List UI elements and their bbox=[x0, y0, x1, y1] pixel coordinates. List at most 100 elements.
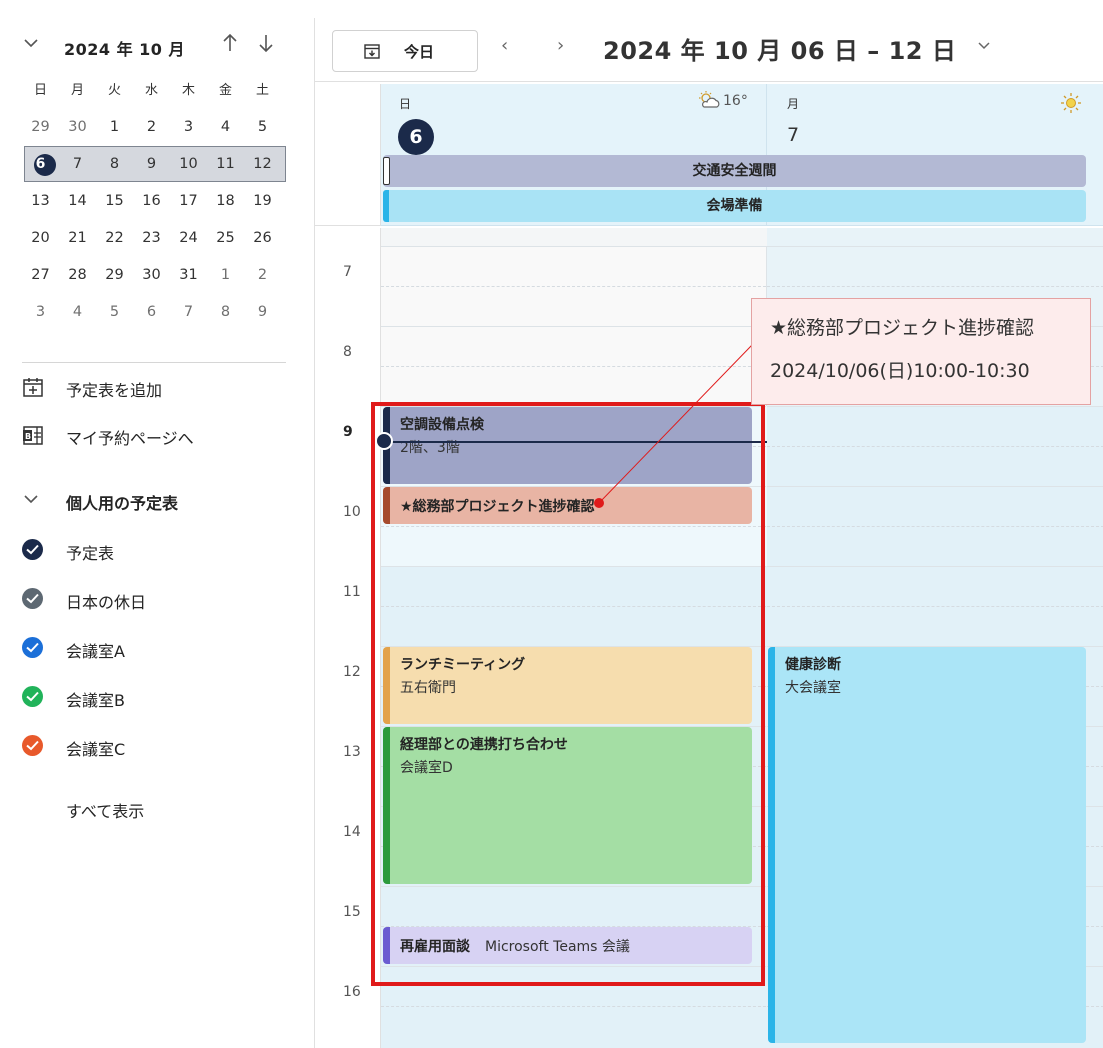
weekday-label: 土 bbox=[255, 83, 269, 98]
callout-event-title: ★総務部プロジェクト進捗確認 bbox=[770, 317, 1035, 339]
mini-calendar-day[interactable]: 12 bbox=[244, 146, 281, 183]
weekday-label: 水 bbox=[144, 83, 158, 98]
hour-label: 13 bbox=[343, 744, 361, 760]
mini-calendar-day[interactable]: 2 bbox=[244, 257, 281, 294]
mini-calendar-day[interactable]: 14 bbox=[59, 183, 96, 220]
mini-calendar-day[interactable]: 23 bbox=[133, 220, 170, 257]
mini-calendar-week-row: 13 14 15 16 17 18 19 bbox=[22, 183, 286, 220]
hour-label: 11 bbox=[343, 584, 361, 600]
mini-calendar-day[interactable]: 6 bbox=[22, 146, 59, 183]
event-callout-tooltip: ★総務部プロジェクト進捗確認 2024/10/06(日)10:00-10:30 bbox=[751, 298, 1091, 405]
calendar-toolbar: 今日 ‹ › 2024 年 10 月 06 日 – 12 日 bbox=[315, 18, 1103, 82]
chevron-down-icon[interactable] bbox=[976, 38, 992, 58]
day-date-today: 6 bbox=[398, 119, 434, 155]
calendar-item-label: 日本の休日 bbox=[66, 593, 147, 612]
mini-calendar-day[interactable]: 27 bbox=[22, 257, 59, 294]
early-hours-band bbox=[381, 228, 767, 246]
date-range-title[interactable]: 2024 年 10 月 06 日 – 12 日 bbox=[603, 31, 956, 66]
event-color-bar bbox=[383, 157, 390, 185]
all-day-event-title: 会場準備 bbox=[706, 198, 763, 214]
mini-calendar-day[interactable]: 25 bbox=[207, 220, 244, 257]
mini-calendar-day[interactable]: 24 bbox=[170, 220, 207, 257]
mini-calendar-day[interactable]: 8 bbox=[207, 294, 244, 331]
mini-calendar-day[interactable]: 6 bbox=[133, 294, 170, 331]
mini-calendar-day[interactable]: 7 bbox=[170, 294, 207, 331]
mini-calendar-day[interactable]: 11 bbox=[207, 146, 244, 183]
hour-label: 7 bbox=[343, 264, 352, 280]
mini-calendar-title[interactable]: 2024 年 10 月 bbox=[64, 36, 185, 60]
mini-calendar-day[interactable]: 30 bbox=[133, 257, 170, 294]
mini-calendar-day[interactable]: 5 bbox=[96, 294, 133, 331]
mini-calendar-day[interactable]: 28 bbox=[59, 257, 96, 294]
check-circle-icon[interactable] bbox=[22, 588, 43, 609]
calendar-add-icon bbox=[22, 376, 44, 398]
mini-calendar-day[interactable]: 21 bbox=[59, 220, 96, 257]
event-color-bar bbox=[383, 190, 389, 222]
header-gutter bbox=[315, 84, 381, 226]
mini-calendar-day[interactable]: 8 bbox=[96, 146, 133, 183]
hour-label: 16 bbox=[343, 984, 361, 1000]
mini-calendar-day[interactable]: 7 bbox=[59, 146, 96, 183]
mini-calendar-day[interactable]: 9 bbox=[133, 146, 170, 183]
next-week-button[interactable]: › bbox=[557, 35, 564, 56]
arrow-down-icon[interactable] bbox=[254, 32, 278, 59]
mini-calendar-day[interactable]: 13 bbox=[22, 183, 59, 220]
svg-text:B: B bbox=[25, 432, 31, 441]
hour-label-current: 9 bbox=[343, 424, 353, 440]
mini-calendar-day[interactable]: 15 bbox=[96, 183, 133, 220]
mini-calendar-day[interactable]: 1 bbox=[96, 109, 133, 146]
all-day-event[interactable]: 会場準備 bbox=[383, 190, 1086, 222]
mini-calendar-day[interactable]: 4 bbox=[207, 109, 244, 146]
mini-calendar-day[interactable]: 30 bbox=[59, 109, 96, 146]
add-calendar-button[interactable]: 予定表を追加 bbox=[22, 370, 292, 404]
mini-calendar-day[interactable]: 18 bbox=[207, 183, 244, 220]
mini-calendar-day[interactable]: 20 bbox=[22, 220, 59, 257]
mini-calendar-day[interactable]: 2 bbox=[133, 109, 170, 146]
mini-calendar-day[interactable]: 29 bbox=[96, 257, 133, 294]
mini-calendar-day[interactable]: 22 bbox=[96, 220, 133, 257]
show-all-link[interactable]: すべて表示 bbox=[66, 798, 144, 822]
calendar-item-room-a[interactable]: 会議室A bbox=[22, 632, 292, 666]
bookings-icon: B bbox=[22, 424, 44, 446]
mini-calendar-day[interactable]: 3 bbox=[170, 109, 207, 146]
check-circle-icon[interactable] bbox=[22, 637, 43, 658]
mini-calendar-weekday-row: 日 月 火 水 木 金 土 bbox=[22, 72, 286, 109]
calendar-item-room-b[interactable]: 会議室B bbox=[22, 681, 292, 715]
all-day-event[interactable]: 交通安全週間 bbox=[383, 155, 1086, 187]
mini-calendar-day[interactable]: 4 bbox=[59, 294, 96, 331]
mini-calendar-week-row: 3456789 bbox=[22, 294, 286, 331]
personal-calendars-group[interactable]: 個人用の予定表 bbox=[22, 485, 292, 517]
weather-temperature: 16° bbox=[723, 93, 748, 109]
mini-calendar-day[interactable]: 19 bbox=[244, 183, 281, 220]
calendar-item-room-c[interactable]: 会議室C bbox=[22, 730, 292, 764]
hour-label: 8 bbox=[343, 344, 352, 360]
chevron-down-icon bbox=[22, 490, 40, 512]
check-circle-icon[interactable] bbox=[22, 539, 43, 560]
hour-label: 14 bbox=[343, 824, 361, 840]
mini-calendar-day[interactable]: 5 bbox=[244, 109, 281, 146]
event-health-checkup[interactable]: 健康診断 大会議室 bbox=[768, 647, 1086, 1043]
arrow-up-icon[interactable] bbox=[218, 32, 242, 59]
mini-calendar-day[interactable]: 3 bbox=[22, 294, 59, 331]
check-circle-icon[interactable] bbox=[22, 686, 43, 707]
mini-calendar-day[interactable]: 26 bbox=[244, 220, 281, 257]
calendar-item-label: 会議室A bbox=[66, 642, 125, 661]
today-button[interactable]: 今日 bbox=[332, 30, 478, 72]
chevron-down-icon[interactable] bbox=[22, 34, 46, 58]
mini-calendar-day[interactable]: 10 bbox=[170, 146, 207, 183]
day-name: 月 bbox=[787, 97, 800, 111]
sun-icon bbox=[1060, 92, 1082, 118]
calendar-item-holidays[interactable]: 日本の休日 bbox=[22, 583, 292, 617]
mini-calendar-day[interactable]: 16 bbox=[133, 183, 170, 220]
mini-calendar-day[interactable]: 1 bbox=[207, 257, 244, 294]
mini-calendar-day[interactable]: 9 bbox=[244, 294, 281, 331]
mini-calendar-day[interactable]: 17 bbox=[170, 183, 207, 220]
booking-page-button[interactable]: B マイ予約ページへ bbox=[22, 418, 292, 452]
mini-calendar-day[interactable]: 29 bbox=[22, 109, 59, 146]
left-sidebar: 2024 年 10 月 日 月 火 水 木 金 土 29 30 1 2 3 4 5 6 7 8 9 1… bbox=[0, 0, 300, 1048]
check-circle-icon[interactable] bbox=[22, 735, 43, 756]
calendar-item-yoteihyo[interactable]: 予定表 bbox=[22, 534, 292, 568]
mini-calendar-day[interactable]: 31 bbox=[170, 257, 207, 294]
previous-week-button[interactable]: ‹ bbox=[501, 35, 508, 56]
personal-calendars-title: 個人用の予定表 bbox=[66, 494, 179, 513]
